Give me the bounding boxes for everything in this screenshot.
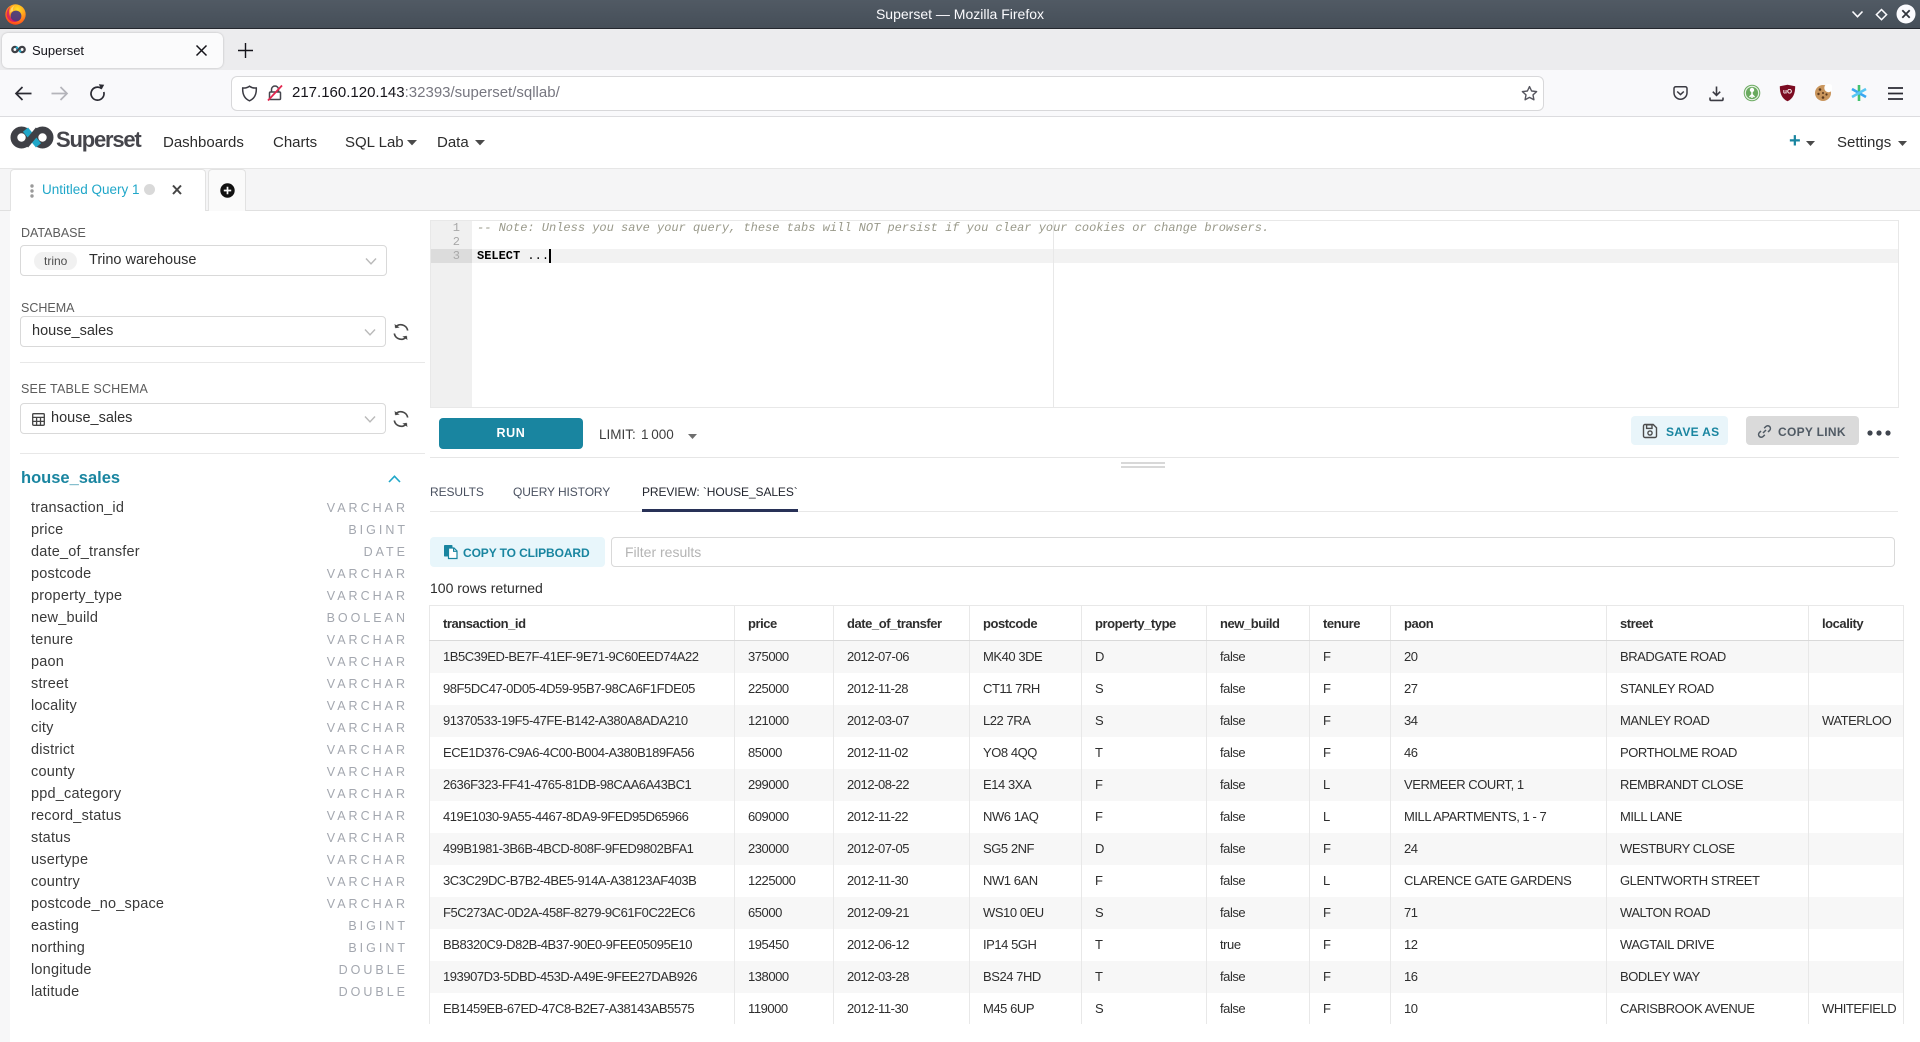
svg-text:uO: uO	[1783, 89, 1792, 96]
